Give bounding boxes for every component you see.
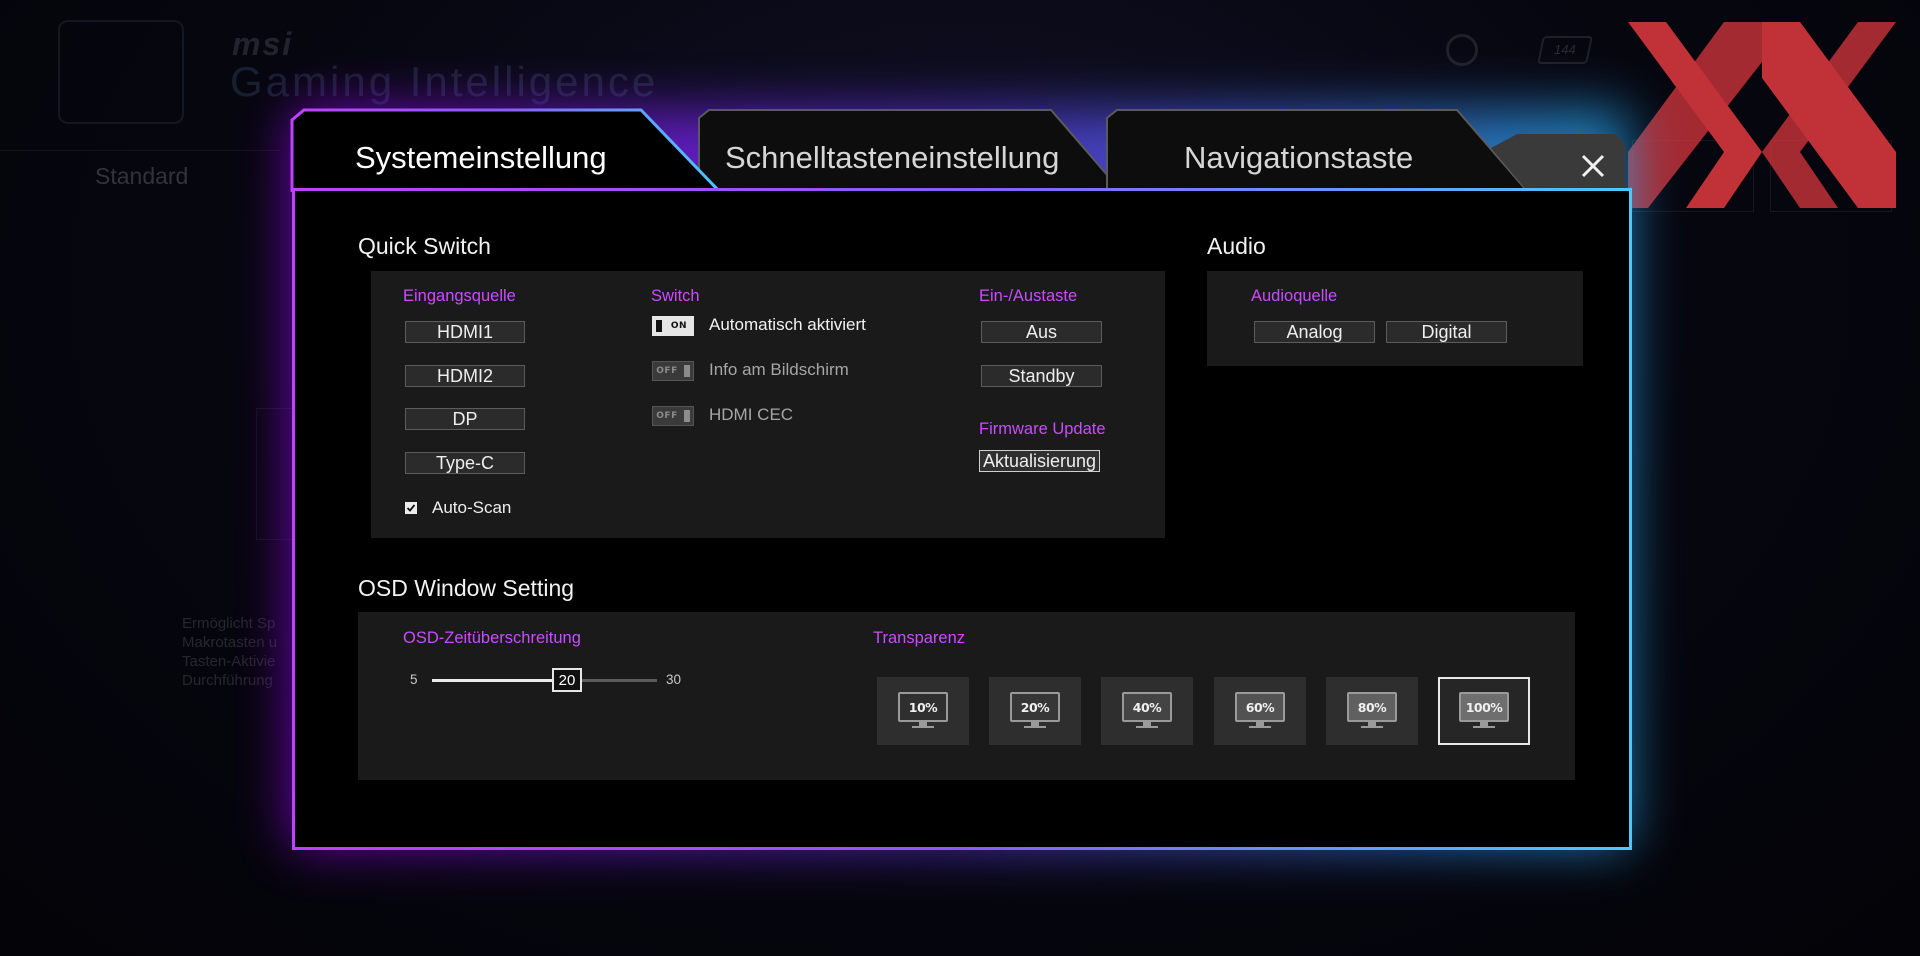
globe-icon	[1446, 34, 1478, 66]
monitor-icon: 80%	[1347, 692, 1397, 730]
screen: msi Gaming Intelligence Standard 144 Erm…	[0, 0, 1920, 956]
firmware-update-button[interactable]: Aktualisierung	[979, 450, 1100, 472]
power-standby-button[interactable]: Standby	[981, 365, 1102, 387]
transparency-value: 10%	[898, 692, 948, 722]
toggle-state: OFF	[656, 366, 678, 376]
close-button[interactable]	[1572, 148, 1614, 184]
slider-thumb[interactable]: 20	[552, 668, 582, 692]
toggle-knob	[684, 365, 690, 377]
tab-systemeinstellung[interactable]: Systemeinstellung	[355, 140, 607, 176]
quick-switch-title: Quick Switch	[358, 233, 491, 259]
power-key-heading: Ein-/Austaste	[979, 287, 1078, 305]
auto-activate-label: Automatisch aktiviert	[709, 315, 866, 334]
monitor-icon: 60%	[1235, 692, 1285, 730]
slider-fill	[432, 679, 567, 682]
tab-schnelltasteneinstellung[interactable]: Schnelltasteneinstellung	[725, 140, 1059, 176]
power-off-button[interactable]: Aus	[981, 321, 1102, 343]
switch-heading: Switch	[651, 287, 700, 305]
toggle-knob	[656, 320, 662, 332]
hdmi-cec-toggle[interactable]: OFF	[652, 406, 694, 426]
input-hdmi2-button[interactable]: HDMI2	[405, 365, 525, 387]
transparency-heading: Transparenz	[873, 629, 966, 647]
firmware-heading: Firmware Update	[979, 420, 1106, 438]
auto-activate-toggle[interactable]: ON	[652, 316, 694, 336]
input-dp-button[interactable]: DP	[405, 408, 525, 430]
transparency-value: 20%	[1010, 692, 1060, 722]
close-icon	[1581, 154, 1605, 178]
watermark-logo	[1628, 22, 1896, 208]
transparency-value: 100%	[1459, 692, 1509, 722]
monitor-icon: 100%	[1459, 692, 1509, 730]
transparency-20-button[interactable]: 20%	[989, 677, 1081, 745]
audio-panel	[1207, 271, 1583, 366]
audio-source-heading: Audioquelle	[1251, 287, 1338, 305]
input-typec-button[interactable]: Type-C	[405, 452, 525, 474]
monitor-icon: 40%	[1122, 692, 1172, 730]
transparency-value: 60%	[1235, 692, 1285, 722]
tab-navigationstaste[interactable]: Navigationstaste	[1184, 140, 1413, 176]
toggle-state: ON	[670, 321, 688, 331]
audio-title: Audio	[1207, 233, 1266, 259]
transparency-40-button[interactable]: 40%	[1101, 677, 1193, 745]
osd-timeout-heading: OSD-Zeitüberschreitung	[403, 629, 581, 647]
monitor-icon: 20%	[1010, 692, 1060, 730]
game-mode-logo-icon	[58, 20, 184, 124]
auto-scan-checkbox[interactable]	[405, 502, 417, 514]
transparency-100-button[interactable]: 100%	[1438, 677, 1530, 745]
toggle-knob	[684, 410, 690, 422]
toggle-state: OFF	[656, 411, 678, 421]
mode-description: Ermöglicht Sp Makrotasten u Tasten-Aktiv…	[182, 615, 278, 689]
slider-min-label: 5	[410, 672, 418, 687]
transparency-10-button[interactable]: 10%	[877, 677, 969, 745]
transparency-80-button[interactable]: 80%	[1326, 677, 1418, 745]
transparency-60-button[interactable]: 60%	[1214, 677, 1306, 745]
monitor-icon: 10%	[898, 692, 948, 730]
audio-analog-button[interactable]: Analog	[1254, 321, 1375, 343]
refresh-rate-icon: 144	[1537, 36, 1593, 64]
input-hdmi1-button[interactable]: HDMI1	[405, 321, 525, 343]
slider-max-label: 30	[666, 672, 682, 687]
audio-digital-button[interactable]: Digital	[1386, 321, 1507, 343]
check-icon	[406, 504, 416, 512]
auto-scan-label: Auto-Scan	[432, 498, 512, 517]
transparency-value: 80%	[1347, 692, 1397, 722]
mode-tab-label: Standard	[95, 163, 189, 189]
osd-title: OSD Window Setting	[358, 575, 575, 601]
app-title: Gaming Intelligence	[230, 58, 659, 105]
osd-info-toggle[interactable]: OFF	[652, 361, 694, 381]
hdmi-cec-label: HDMI CEC	[709, 405, 794, 424]
osd-info-label: Info am Bildschirm	[709, 360, 849, 379]
input-source-heading: Eingangsquelle	[403, 287, 516, 305]
transparency-value: 40%	[1122, 692, 1172, 722]
